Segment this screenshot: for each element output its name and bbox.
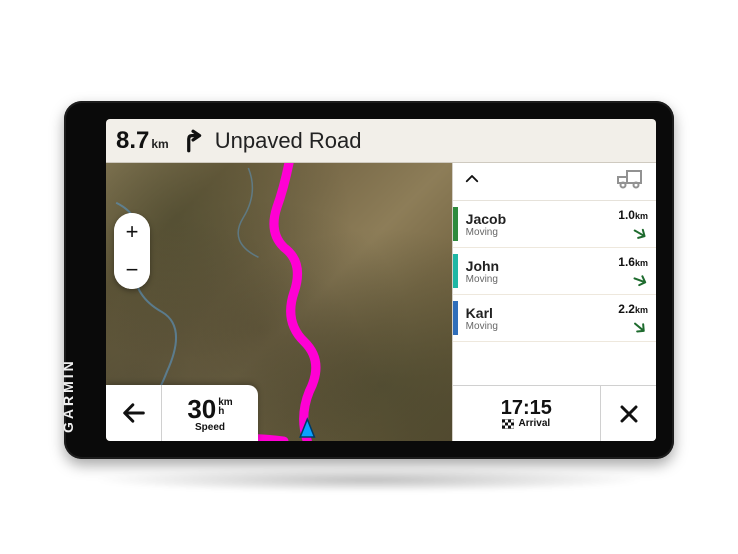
rider-row[interactable]: KarlMoving 2.2km [453,295,656,342]
arrival-label: Arrival [502,418,550,429]
rider-color-bar [453,254,458,288]
close-icon [617,402,641,426]
arrow-left-icon [120,399,148,427]
screen: 8.7 km Unpaved Road [106,119,656,441]
direction-arrow-icon [632,318,648,334]
rider-info: KarlMoving [466,305,590,332]
side-panel: JacobMoving1.0kmJohnMoving1.6kmKarlMovin… [452,163,656,441]
brand-logo: GARMIN [60,358,76,433]
arrival-panel[interactable]: 17:15 Arrival [453,386,600,441]
close-button[interactable] [600,386,656,441]
rider-distance-block: 1.0km [598,208,648,240]
distance-unit: km [151,137,168,151]
navigation-bar[interactable]: 8.7 km Unpaved Road [106,119,656,163]
rider-status: Moving [466,227,590,238]
rider-color-bar [453,207,458,241]
road-name: Unpaved Road [215,128,362,154]
turn-right-icon [179,128,205,154]
riders-list: JacobMoving1.0kmJohnMoving1.6kmKarlMovin… [453,201,656,385]
rider-info: JohnMoving [466,258,590,285]
distance-value: 8.7 [116,127,149,155]
bottom-left-panel: 30 km h Speed [106,385,258,441]
rider-row[interactable]: JohnMoving 1.6km [453,248,656,295]
arrival-label-text: Arrival [518,418,550,429]
speed-unit-bottom: h [218,407,232,416]
rv-profile-icon [616,168,646,190]
back-button[interactable] [106,385,162,441]
main-area: + − 30 km h [106,163,656,441]
zoom-controls: + − [114,213,150,289]
map-view[interactable]: + − 30 km h [106,163,452,441]
speed-panel[interactable]: 30 km h Speed [162,385,258,441]
stage: GARMIN 8.7 km Unpaved Road [0,0,738,554]
rider-distance: 2.2km [618,302,648,316]
rider-info: JacobMoving [466,211,590,238]
rider-distance-block: 2.2km [598,302,648,334]
rider-row[interactable]: JacobMoving 1.0km [453,201,656,248]
device-shadow [90,468,648,492]
side-footer: 17:15 Arrival [453,385,656,441]
vehicle-profile-button[interactable] [616,168,646,195]
rider-name: John [466,258,590,274]
next-turn-distance: 8.7 km [116,127,169,155]
rider-distance: 1.0km [618,208,648,222]
zoom-in-button[interactable]: + [114,213,150,251]
rider-status: Moving [466,321,590,332]
rider-name: Karl [466,305,590,321]
rider-distance: 1.6km [618,255,648,269]
arrival-time: 17:15 [501,398,552,418]
rider-status: Moving [466,274,590,285]
device-bezel: GARMIN 8.7 km Unpaved Road [64,101,674,459]
direction-arrow-icon [632,224,648,240]
speed-value: 30 [187,396,216,422]
flag-icon [502,419,514,429]
rider-color-bar [453,301,458,335]
rider-name: Jacob [466,211,590,227]
speed-value-row: 30 km h [187,396,232,422]
speed-unit: km h [218,398,232,416]
speed-label: Speed [195,422,225,433]
direction-arrow-icon [632,271,648,287]
rider-distance-block: 1.6km [598,255,648,287]
side-panel-header [453,163,656,201]
chevron-up-icon [463,170,481,188]
collapse-panel-button[interactable] [463,170,481,193]
zoom-out-button[interactable]: − [114,251,150,289]
